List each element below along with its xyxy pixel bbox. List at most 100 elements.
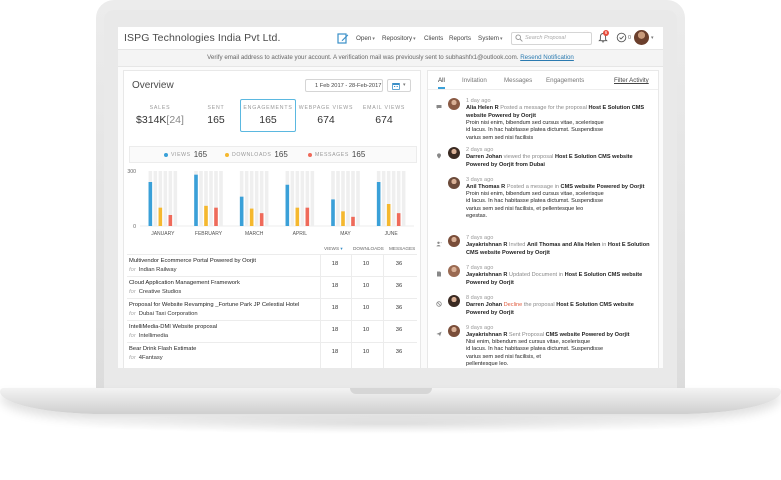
bar-downloads-april[interactable] [295, 207, 300, 226]
avatar[interactable] [448, 235, 460, 247]
metric-sent[interactable]: SENT 165 [188, 105, 244, 126]
search-box[interactable]: Search Proposal [511, 32, 592, 45]
bar-background [209, 171, 213, 226]
proposal-title[interactable]: Bear Drink Flash Estimate [129, 346, 196, 352]
avatar[interactable] [448, 265, 460, 277]
proposal-title[interactable]: Proposal for Website Revamping _Fortune … [129, 302, 299, 308]
nav-clients[interactable]: Clients [424, 35, 443, 42]
bar-downloads-june[interactable] [386, 204, 391, 226]
bar-messages-february[interactable] [214, 207, 218, 226]
for-label: for [129, 289, 136, 295]
tab-invitation[interactable]: Invitation [462, 77, 487, 84]
proposal-title[interactable]: Cloud Application Management Framework [129, 280, 240, 286]
nav-reports[interactable]: Reports [449, 35, 471, 42]
date-picker-button[interactable]: ▾ [387, 79, 411, 92]
activity-text-strong: Jayakrishnan R [466, 272, 508, 278]
legend-dot [225, 152, 229, 157]
clock-check-icon[interactable] [616, 32, 627, 43]
chevron-down-icon: ▾ [403, 82, 406, 88]
activity-headline: Jayakrishnan R Invited Anil Thomas and A… [466, 241, 650, 249]
downloads-column-header[interactable]: DOWNLOADS [353, 246, 384, 251]
nav-label: Open [356, 35, 372, 42]
bar-views-april[interactable] [285, 184, 290, 226]
bar-downloads-january[interactable] [158, 207, 163, 226]
x-tick-label: APRIL [293, 231, 308, 237]
legend-value: 165 [193, 150, 208, 159]
avatar[interactable] [448, 98, 460, 110]
metric-webpage-views[interactable]: WEBPAGE VIEWS 674 [298, 105, 354, 126]
bar-views-march[interactable] [239, 196, 244, 226]
x-tick-label: MAY [340, 231, 351, 237]
bar-messages-january[interactable] [168, 215, 173, 226]
metric-value: 165 [188, 114, 244, 126]
tab-all[interactable]: All [438, 77, 445, 84]
metric-label: ENGAGEMENTS [243, 105, 293, 111]
avatar[interactable] [448, 147, 460, 159]
messages-column-header[interactable]: MESSAGES [389, 246, 415, 251]
bar-views-february[interactable] [194, 174, 198, 226]
bar-messages-april[interactable] [305, 207, 310, 226]
avatar[interactable] [448, 177, 460, 189]
search-input[interactable]: Search Proposal [525, 35, 566, 41]
chart-legend: VIEWS 165 DOWNLOADS 165 MESSAGES 165 [129, 146, 417, 163]
bar-background [153, 171, 158, 226]
activity-body-line: varius sem sed nisi facilisis, et [466, 353, 541, 360]
chevron-down-icon[interactable]: ▾ [651, 35, 654, 41]
tab-messages[interactable]: Messages [504, 77, 532, 84]
user-avatar[interactable] [634, 30, 649, 45]
resend-notification-link[interactable]: Resend Notification [520, 54, 574, 61]
tab-engagements[interactable]: Engagements [546, 77, 584, 84]
avatar[interactable] [448, 295, 460, 307]
views-column-header[interactable]: VIEWS ▾ [324, 246, 343, 252]
x-tick-label: JANUARY [151, 231, 175, 237]
nav-system[interactable]: System▾ [478, 35, 503, 42]
activity-panel: Filter Activity All Invitation Messages Eng… [427, 70, 659, 368]
table-row[interactable]: Multivendor Ecommerce Portal Powered by … [127, 254, 417, 276]
bar-background [219, 171, 223, 226]
bar-views-may[interactable] [331, 199, 335, 226]
metric-engagements[interactable]: ENGAGEMENTS 165 [240, 99, 296, 132]
bar-messages-june[interactable] [396, 213, 401, 226]
bar-views-june[interactable] [376, 182, 381, 226]
bar-background [356, 171, 360, 226]
bar-messages-may[interactable] [351, 216, 355, 226]
activity-text-strong: Anil Thomas and Alia Helen [526, 242, 601, 248]
metric-email-views[interactable]: EMAIL VIEWS 674 [356, 105, 412, 126]
table-row[interactable]: IntelliMedia-DMI Website proposal for Inte… [127, 320, 417, 342]
table-row[interactable]: Bear Drink Flash Estimate for 4Fantasy 18 10… [127, 342, 417, 364]
chevron-down-icon: ▾ [500, 36, 503, 42]
table-row[interactable]: Cloud Application Management Framework fo… [127, 276, 417, 298]
chevron-down-icon: ▾ [372, 36, 375, 42]
for-label: for [129, 267, 136, 273]
date-range-field[interactable]: 1 Feb 2017 - 28-Feb-2017 [305, 79, 383, 92]
activity-headline: Jayakrishnan R Updated Document in Host … [466, 271, 642, 279]
filter-activity-link[interactable]: Filter Activity [614, 77, 649, 84]
nav-open[interactable]: Open▾ [356, 35, 375, 42]
bar-views-january[interactable] [148, 182, 153, 226]
activity-text-strong: Host E Solution CMS website [564, 272, 643, 278]
avatar[interactable] [448, 325, 460, 337]
proposal-client: for Dubai Taxi Corporation [129, 311, 198, 317]
activity-body-line: Nisi enim, bibendum sed cursus vitae, sc… [466, 339, 591, 345]
activity-text: Invited [507, 242, 527, 248]
activity-text-strong: Jayakrishnan R [466, 242, 508, 248]
views-cell: 18 [331, 327, 339, 333]
bar-downloads-february[interactable] [204, 205, 208, 226]
bar-messages-march[interactable] [259, 213, 264, 226]
bar-background [173, 171, 178, 226]
nav-label: Clients [424, 35, 444, 42]
bar-downloads-may[interactable] [341, 211, 345, 226]
activity-body-line: varius sem sed nisi facilisis, et pellen… [466, 205, 584, 212]
for-label: for [129, 311, 136, 317]
metric-sales[interactable]: SALES $314K[24] [132, 105, 188, 126]
nav-repository[interactable]: Repository▾ [382, 35, 416, 42]
activity-headline: Darren Johan viewed the proposal Host E … [466, 153, 633, 161]
edit-icon[interactable] [337, 32, 349, 44]
bar-downloads-march[interactable] [249, 208, 254, 226]
activity-body-line: id lacus. In hac habitasse platea dictum… [466, 198, 604, 205]
table-row[interactable]: Proposal for Website Revamping _Fortune … [127, 298, 417, 320]
proposal-title[interactable]: Multivendor Ecommerce Portal Powered by … [129, 258, 256, 264]
client-name: Dubai Taxi Corporation [138, 311, 198, 317]
proposal-title[interactable]: IntelliMedia-DMI Website proposal [129, 324, 217, 330]
downloads-cell: 10 [362, 327, 370, 333]
